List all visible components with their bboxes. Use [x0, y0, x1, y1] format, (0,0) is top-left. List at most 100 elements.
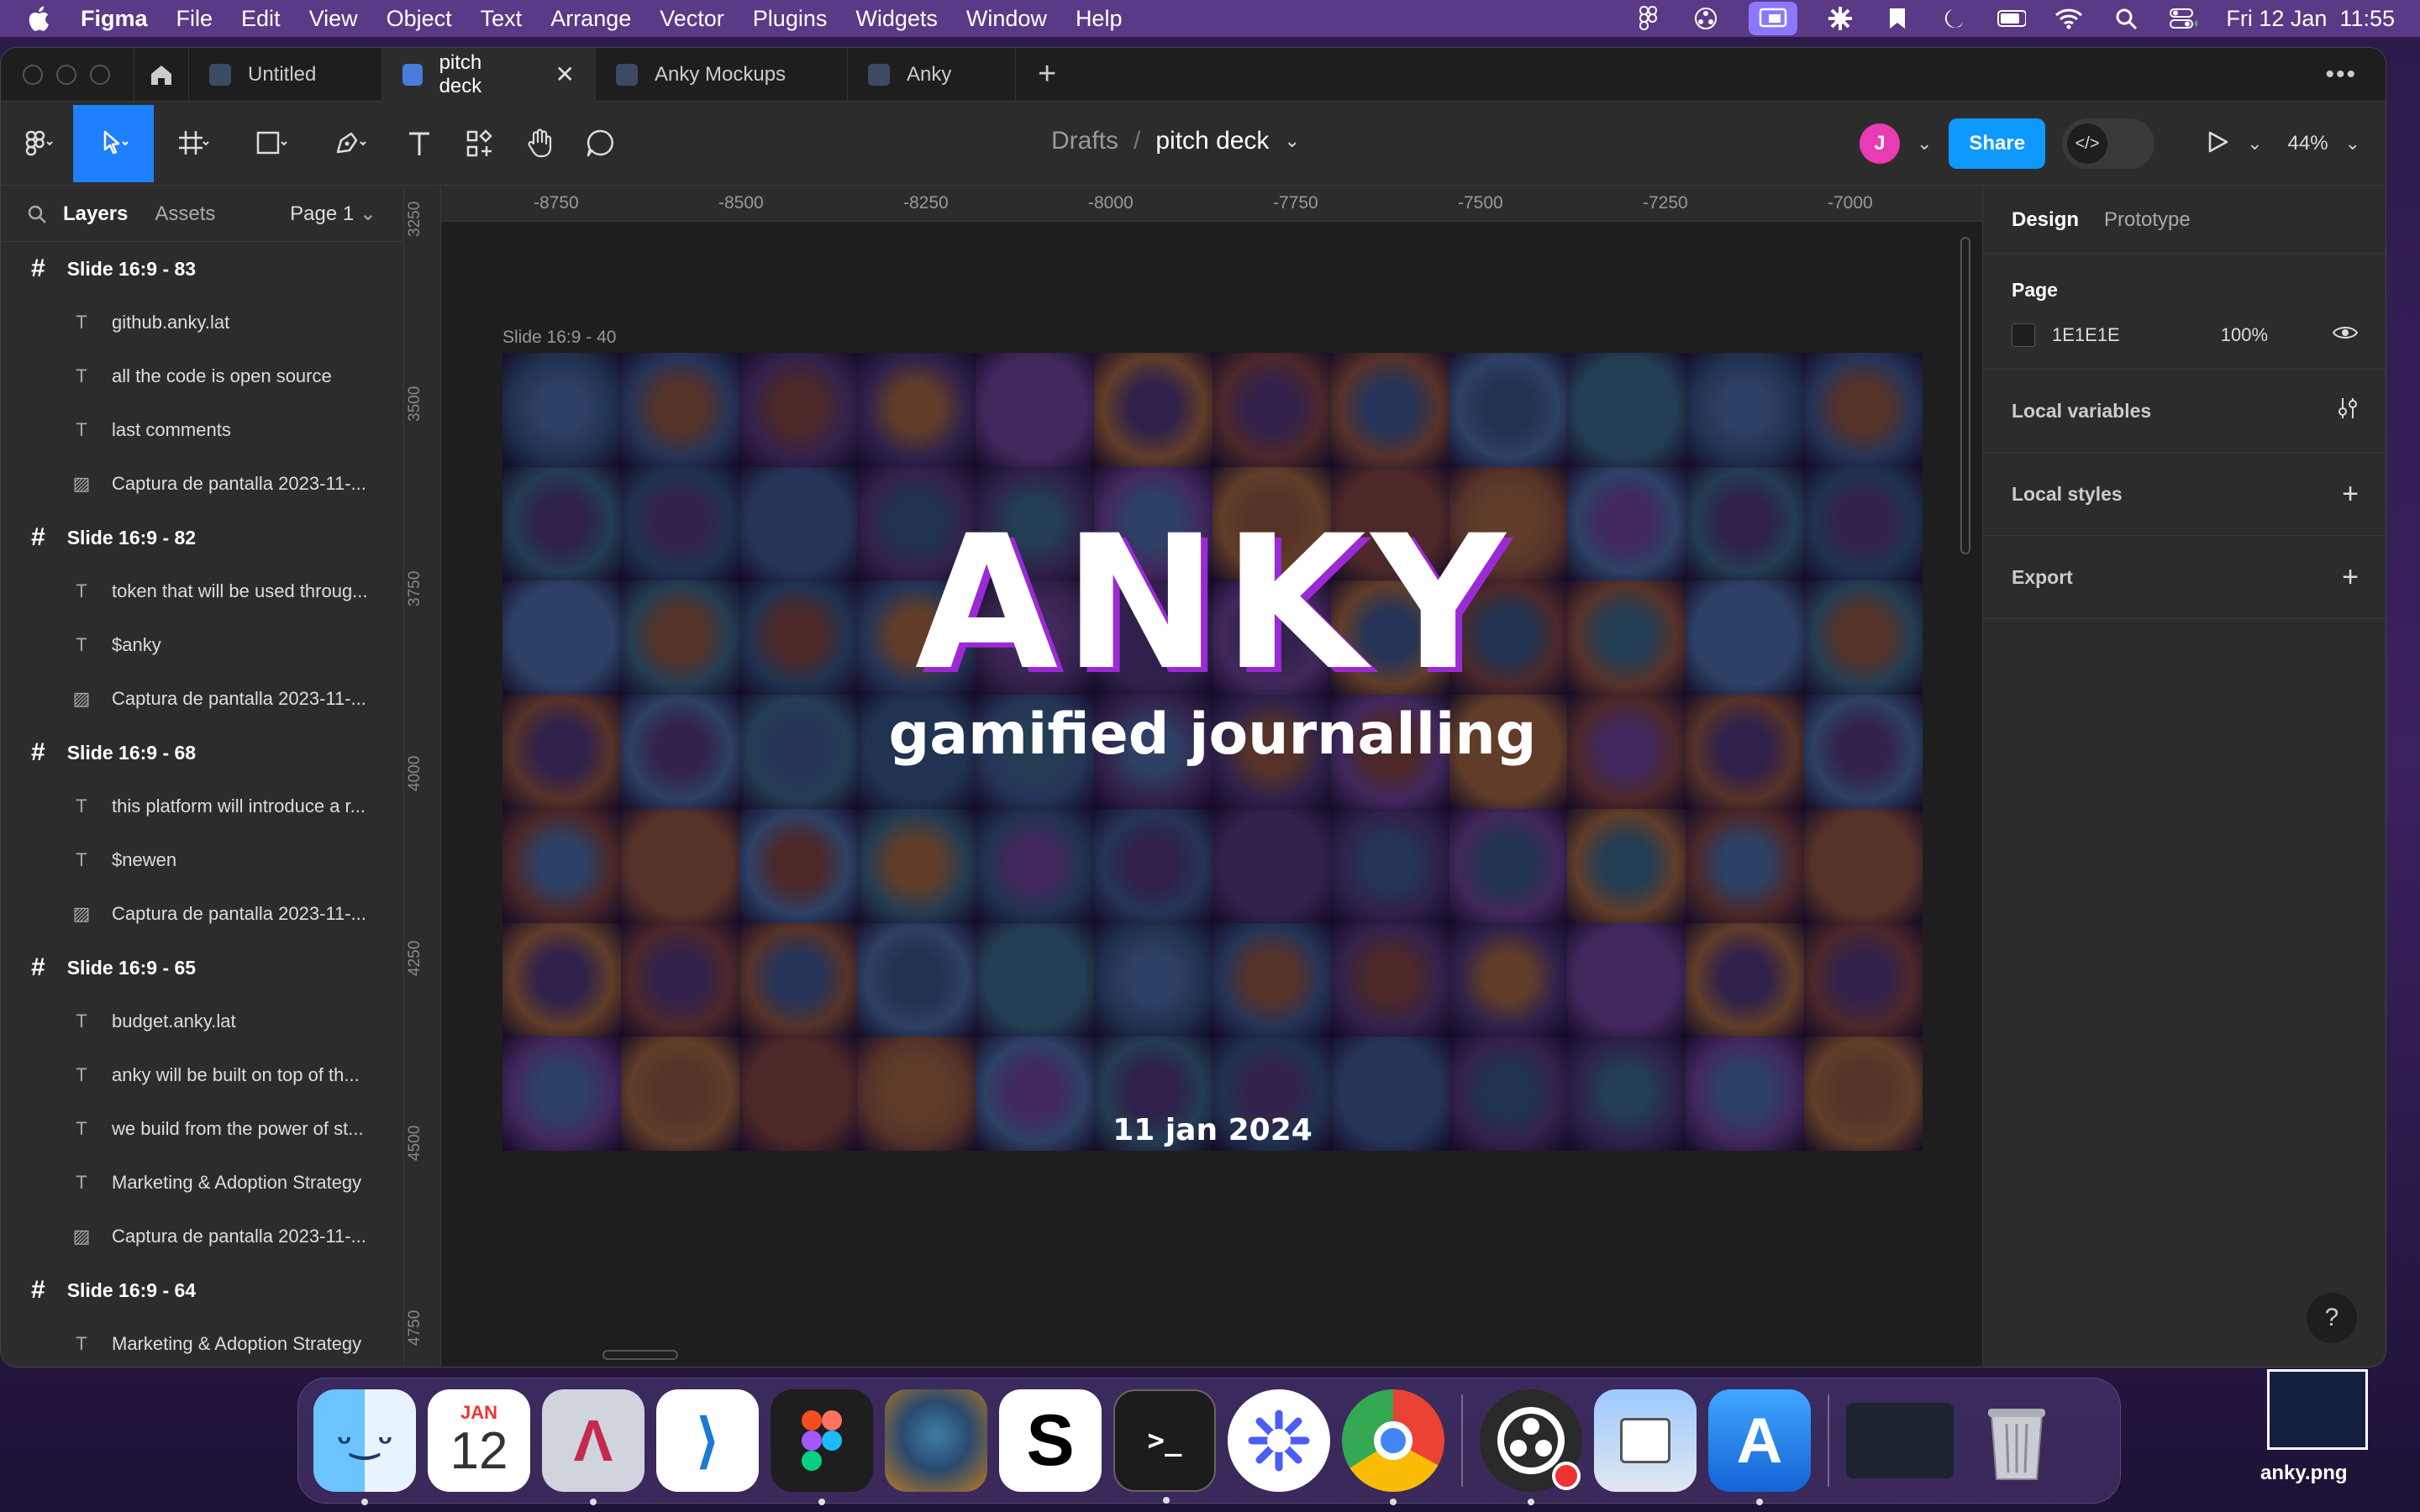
app-store-icon[interactable]: A — [1708, 1389, 1811, 1505]
terminal-app-icon[interactable]: >_ — [1113, 1389, 1216, 1504]
hand-tool-button[interactable] — [510, 105, 571, 182]
search-icon[interactable] — [26, 203, 48, 225]
shape-tool-button[interactable] — [231, 105, 310, 182]
avatar[interactable]: J — [1859, 123, 1900, 164]
tab-design[interactable]: Design — [2012, 208, 2079, 232]
chevron-down-icon[interactable]: ⌄ — [1284, 127, 1299, 155]
chrome-app-icon[interactable] — [1342, 1389, 1444, 1505]
layer-row[interactable]: T $anky — [1, 618, 403, 672]
layer-row[interactable]: T $newen — [1, 833, 403, 887]
layer-row[interactable]: Twe build from the power of st... — [1, 1102, 403, 1156]
horizontal-scrollbar[interactable] — [602, 1350, 678, 1360]
help-button[interactable]: ? — [2307, 1293, 2357, 1343]
finder-app-icon[interactable]: ᵕ‿ᵕ — [313, 1389, 416, 1505]
menubar-clock[interactable]: Fri 12 Jan 11:55 — [2226, 6, 2395, 32]
eye-icon[interactable] — [2332, 323, 2359, 347]
layer-row[interactable]: Tbudget.anky.lat — [1, 995, 403, 1048]
chevron-down-icon[interactable]: ⌄ — [1917, 133, 1932, 155]
pen-tool-button[interactable] — [310, 105, 389, 182]
vscode-app-icon[interactable]: ⟩ — [656, 1389, 759, 1492]
tab-layers[interactable]: Layers — [63, 202, 128, 226]
comment-tool-button[interactable] — [571, 105, 631, 182]
move-tool-button[interactable] — [73, 104, 154, 182]
menu-widgets[interactable]: Widgets — [855, 6, 938, 32]
layer-row[interactable]: ▨ Captura de pantalla 2023-11-... — [1, 887, 403, 941]
trash-icon[interactable] — [1965, 1389, 2068, 1492]
desktop-file-label[interactable]: anky.png — [2260, 1462, 2348, 1485]
obs-app-icon[interactable] — [1480, 1389, 1582, 1505]
menu-object[interactable]: Object — [387, 6, 452, 32]
close-icon[interactable]: ✕ — [555, 60, 575, 88]
layer-row[interactable]: ▨ Captura de pantalla 2023-11-... — [1, 457, 403, 511]
menu-file[interactable]: File — [176, 6, 213, 32]
menu-help[interactable]: Help — [1076, 6, 1123, 32]
wifi-icon[interactable] — [2054, 6, 2083, 31]
apple-icon[interactable] — [25, 4, 50, 33]
layer-frame-row[interactable]: # Slide 16:9 - 82 — [1, 511, 403, 564]
screen-share-icon[interactable] — [1749, 2, 1798, 35]
menu-text[interactable]: Text — [481, 6, 523, 32]
moon-icon[interactable] — [1940, 6, 1969, 31]
search-icon[interactable] — [2112, 6, 2140, 31]
layer-row[interactable]: Tgithub.anky.lat — [1, 296, 403, 349]
menu-view[interactable]: View — [309, 6, 358, 32]
control-center-icon[interactable] — [2169, 6, 2198, 31]
layer-frame-row[interactable]: # Slide 16:9 - 65 — [1, 941, 403, 995]
menu-plugins[interactable]: Plugins — [753, 6, 828, 32]
canvas[interactable]: -8750 -8500 -8250 -8000 -7750 -7500 -7250 -7000… — [404, 186, 1982, 1367]
page-color-hex[interactable]: 1E1E1E — [2052, 324, 2120, 346]
resources-tool-button[interactable] — [450, 105, 510, 182]
perplexity-app-icon[interactable] — [1228, 1389, 1330, 1492]
menu-app-name[interactable]: Figma — [81, 6, 148, 32]
layer-row[interactable]: T Marketing & Adoption Strategy — [1, 1156, 403, 1210]
preview-app-icon[interactable] — [1594, 1389, 1697, 1492]
slide-date[interactable]: 11 jan 2024 — [502, 1113, 1923, 1147]
home-button[interactable] — [134, 48, 189, 102]
close-window-button[interactable] — [23, 64, 43, 85]
file-name[interactable]: pitch deck — [1155, 127, 1269, 155]
minimized-window-thumbnail[interactable] — [1846, 1403, 1954, 1478]
tab-pitch-deck[interactable]: pitch deck ✕ — [382, 48, 596, 102]
dev-mode-toggle[interactable]: </> — [2062, 118, 2155, 169]
layer-frame-row[interactable]: # Slide 16:9 - 68 — [1, 726, 403, 780]
menu-window[interactable]: Window — [966, 6, 1047, 32]
slide-subtitle[interactable]: gamified journalling — [502, 701, 1923, 768]
chevron-down-icon[interactable]: ⌄ — [2247, 133, 2262, 155]
obs-status-icon[interactable] — [1691, 6, 1720, 31]
figma-app-icon[interactable] — [771, 1389, 873, 1505]
bookmark-icon[interactable] — [1883, 6, 1912, 31]
page-selector[interactable]: Page 1 ⌄ — [290, 202, 376, 226]
frame-label[interactable]: Slide 16:9 - 40 — [502, 328, 616, 348]
layer-frame-row[interactable]: # Slide 16:9 - 83 — [1, 242, 403, 296]
present-play-icon[interactable] — [2205, 129, 2230, 159]
gear-icon[interactable] — [1826, 6, 1854, 31]
menu-vector[interactable]: Vector — [660, 6, 724, 32]
scrivener-app-icon[interactable]: S — [999, 1389, 1102, 1492]
layer-row[interactable]: Tlast comments — [1, 403, 403, 457]
layer-row[interactable]: Tall the code is open source — [1, 349, 403, 403]
affinity-app-icon[interactable]: Λ — [542, 1389, 644, 1505]
battery-icon[interactable] — [1997, 6, 2027, 31]
main-menu-button[interactable] — [1, 105, 73, 182]
color-swatch[interactable] — [2012, 323, 2035, 347]
page-opacity[interactable]: 100% — [2221, 324, 2268, 346]
zoom-window-button[interactable] — [90, 64, 110, 85]
vertical-scrollbar[interactable] — [1960, 237, 1970, 554]
anky-app-icon[interactable] — [885, 1389, 987, 1492]
more-options-icon[interactable]: ••• — [2325, 60, 2386, 89]
menu-arrange[interactable]: Arrange — [550, 6, 631, 32]
tab-assets[interactable]: Assets — [155, 202, 215, 226]
new-tab-plus-icon[interactable]: + — [1016, 56, 1078, 92]
layer-row[interactable]: T Marketing & Adoption Strategy — [1, 1317, 403, 1367]
frame-tool-button[interactable] — [154, 105, 231, 182]
layer-frame-row[interactable]: # Slide 16:9 - 64 — [1, 1263, 403, 1317]
share-button[interactable]: Share — [1949, 118, 2046, 169]
tab-prototype[interactable]: Prototype — [2104, 208, 2191, 232]
tab-untitled[interactable]: Untitled — [189, 48, 382, 102]
layer-row[interactable]: ▨ Captura de pantalla 2023-11-... — [1, 672, 403, 726]
variables-sliders-icon[interactable] — [2337, 396, 2359, 425]
layer-row[interactable]: Ttoken that will be used throug... — [1, 564, 403, 618]
figma-status-icon[interactable] — [1634, 6, 1663, 31]
layer-row[interactable]: ▨ Captura de pantalla 2023-11-... — [1, 1210, 403, 1263]
zoom-level[interactable]: 44% — [2288, 132, 2328, 155]
